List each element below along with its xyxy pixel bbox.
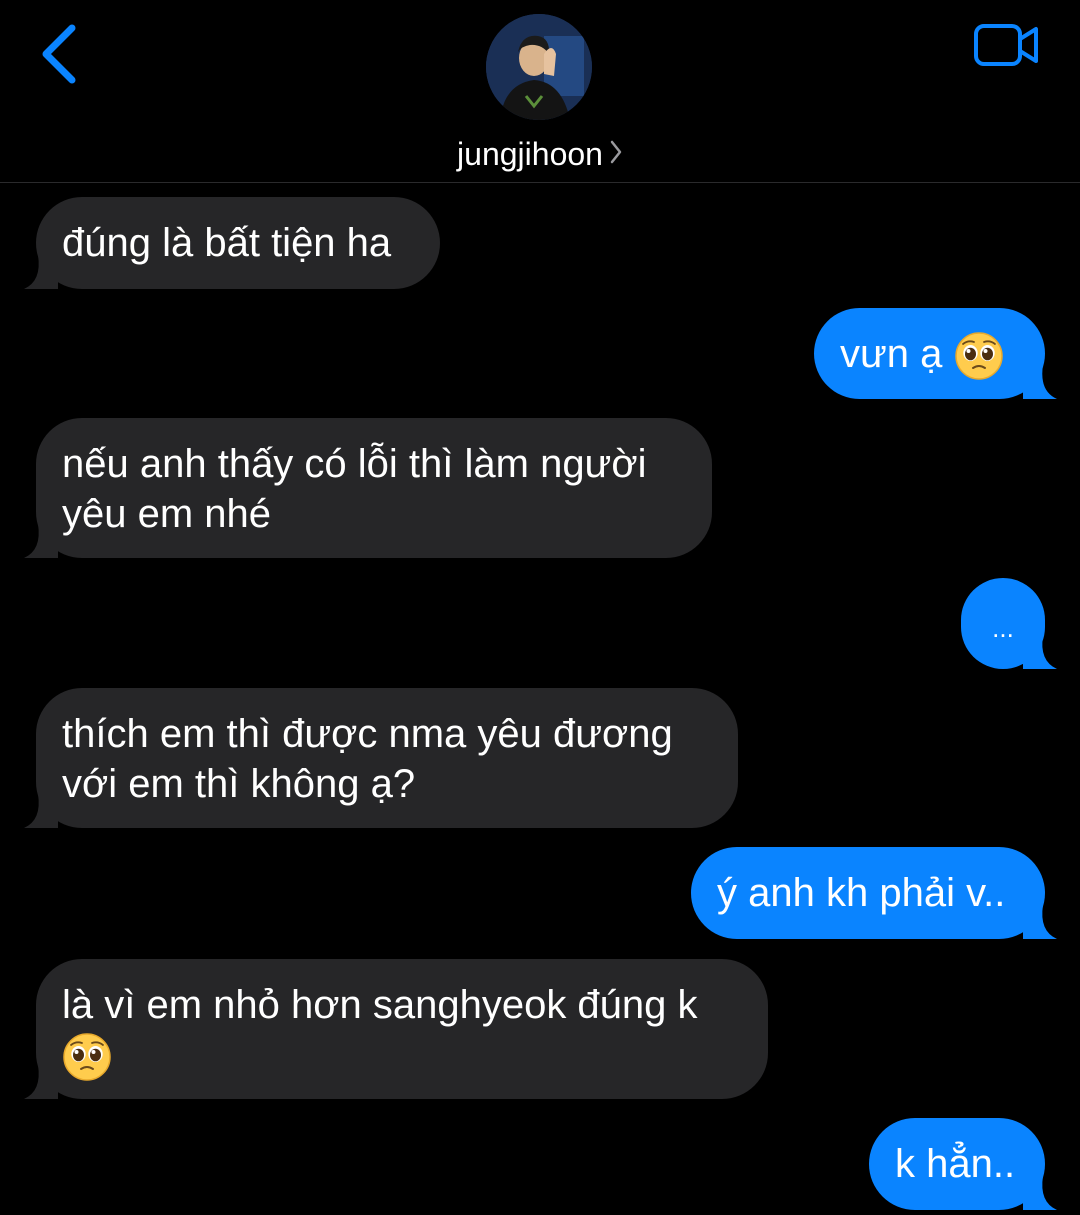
bubble-tail [1023,905,1057,939]
bubble-tail [24,794,58,828]
message-text: ý anh kh phải v.. [717,871,1006,915]
message-text: k hẳn.. [895,1142,1016,1186]
bubble-tail [24,255,58,289]
chevron-right-icon [609,132,623,176]
message-bubble-incoming[interactable]: là vì em nhỏ hơn sanghyeok đúng k [24,959,768,1099]
video-camera-icon [974,24,1038,66]
message-bubble-outgoing[interactable]: ý anh kh phải v.. [691,847,1057,939]
bubble-tail [1023,1176,1057,1210]
message-text: nếu anh thấy có lỗi thì làm người yêu em… [62,442,647,536]
message-bubble-outgoing[interactable]: ... [961,578,1057,669]
message-bubble-outgoing[interactable]: vưn ạ [814,308,1057,399]
bubble-tail [24,524,58,558]
conversation-header: jungjihoon [0,0,1080,183]
back-button[interactable] [36,22,86,86]
message-text: đúng là bất tiện ha [62,221,392,265]
pleading-face-emoji [954,331,1004,381]
message-text: là vì em nhỏ hơn sanghyeok đúng k [62,983,698,1027]
video-call-button[interactable] [972,22,1042,68]
pleading-face-emoji [62,1032,112,1082]
message-text: vưn ạ [840,332,943,376]
chevron-left-icon [42,24,76,84]
contact-name-button[interactable]: jungjihoon [0,132,1080,176]
bubble-tail [1023,365,1057,399]
message-text: ... [992,613,1014,643]
contact-name: jungjihoon [457,136,603,172]
message-bubble-incoming[interactable]: đúng là bất tiện ha [24,197,440,289]
message-thread[interactable]: đúng là bất tiện ha vưn ạ nếu anh thấy c… [0,183,1080,1215]
avatar-image [486,14,592,120]
avatar[interactable] [486,14,592,120]
message-bubble-incoming[interactable]: thích em thì được nma yêu đương với em t… [24,688,738,828]
message-bubble-incoming[interactable]: nếu anh thấy có lỗi thì làm người yêu em… [24,418,712,558]
bubble-tail [1023,635,1057,669]
message-text: thích em thì được nma yêu đương với em t… [62,712,673,806]
message-bubble-outgoing[interactable]: k hẳn.. [869,1118,1057,1210]
bubble-tail [24,1065,58,1099]
